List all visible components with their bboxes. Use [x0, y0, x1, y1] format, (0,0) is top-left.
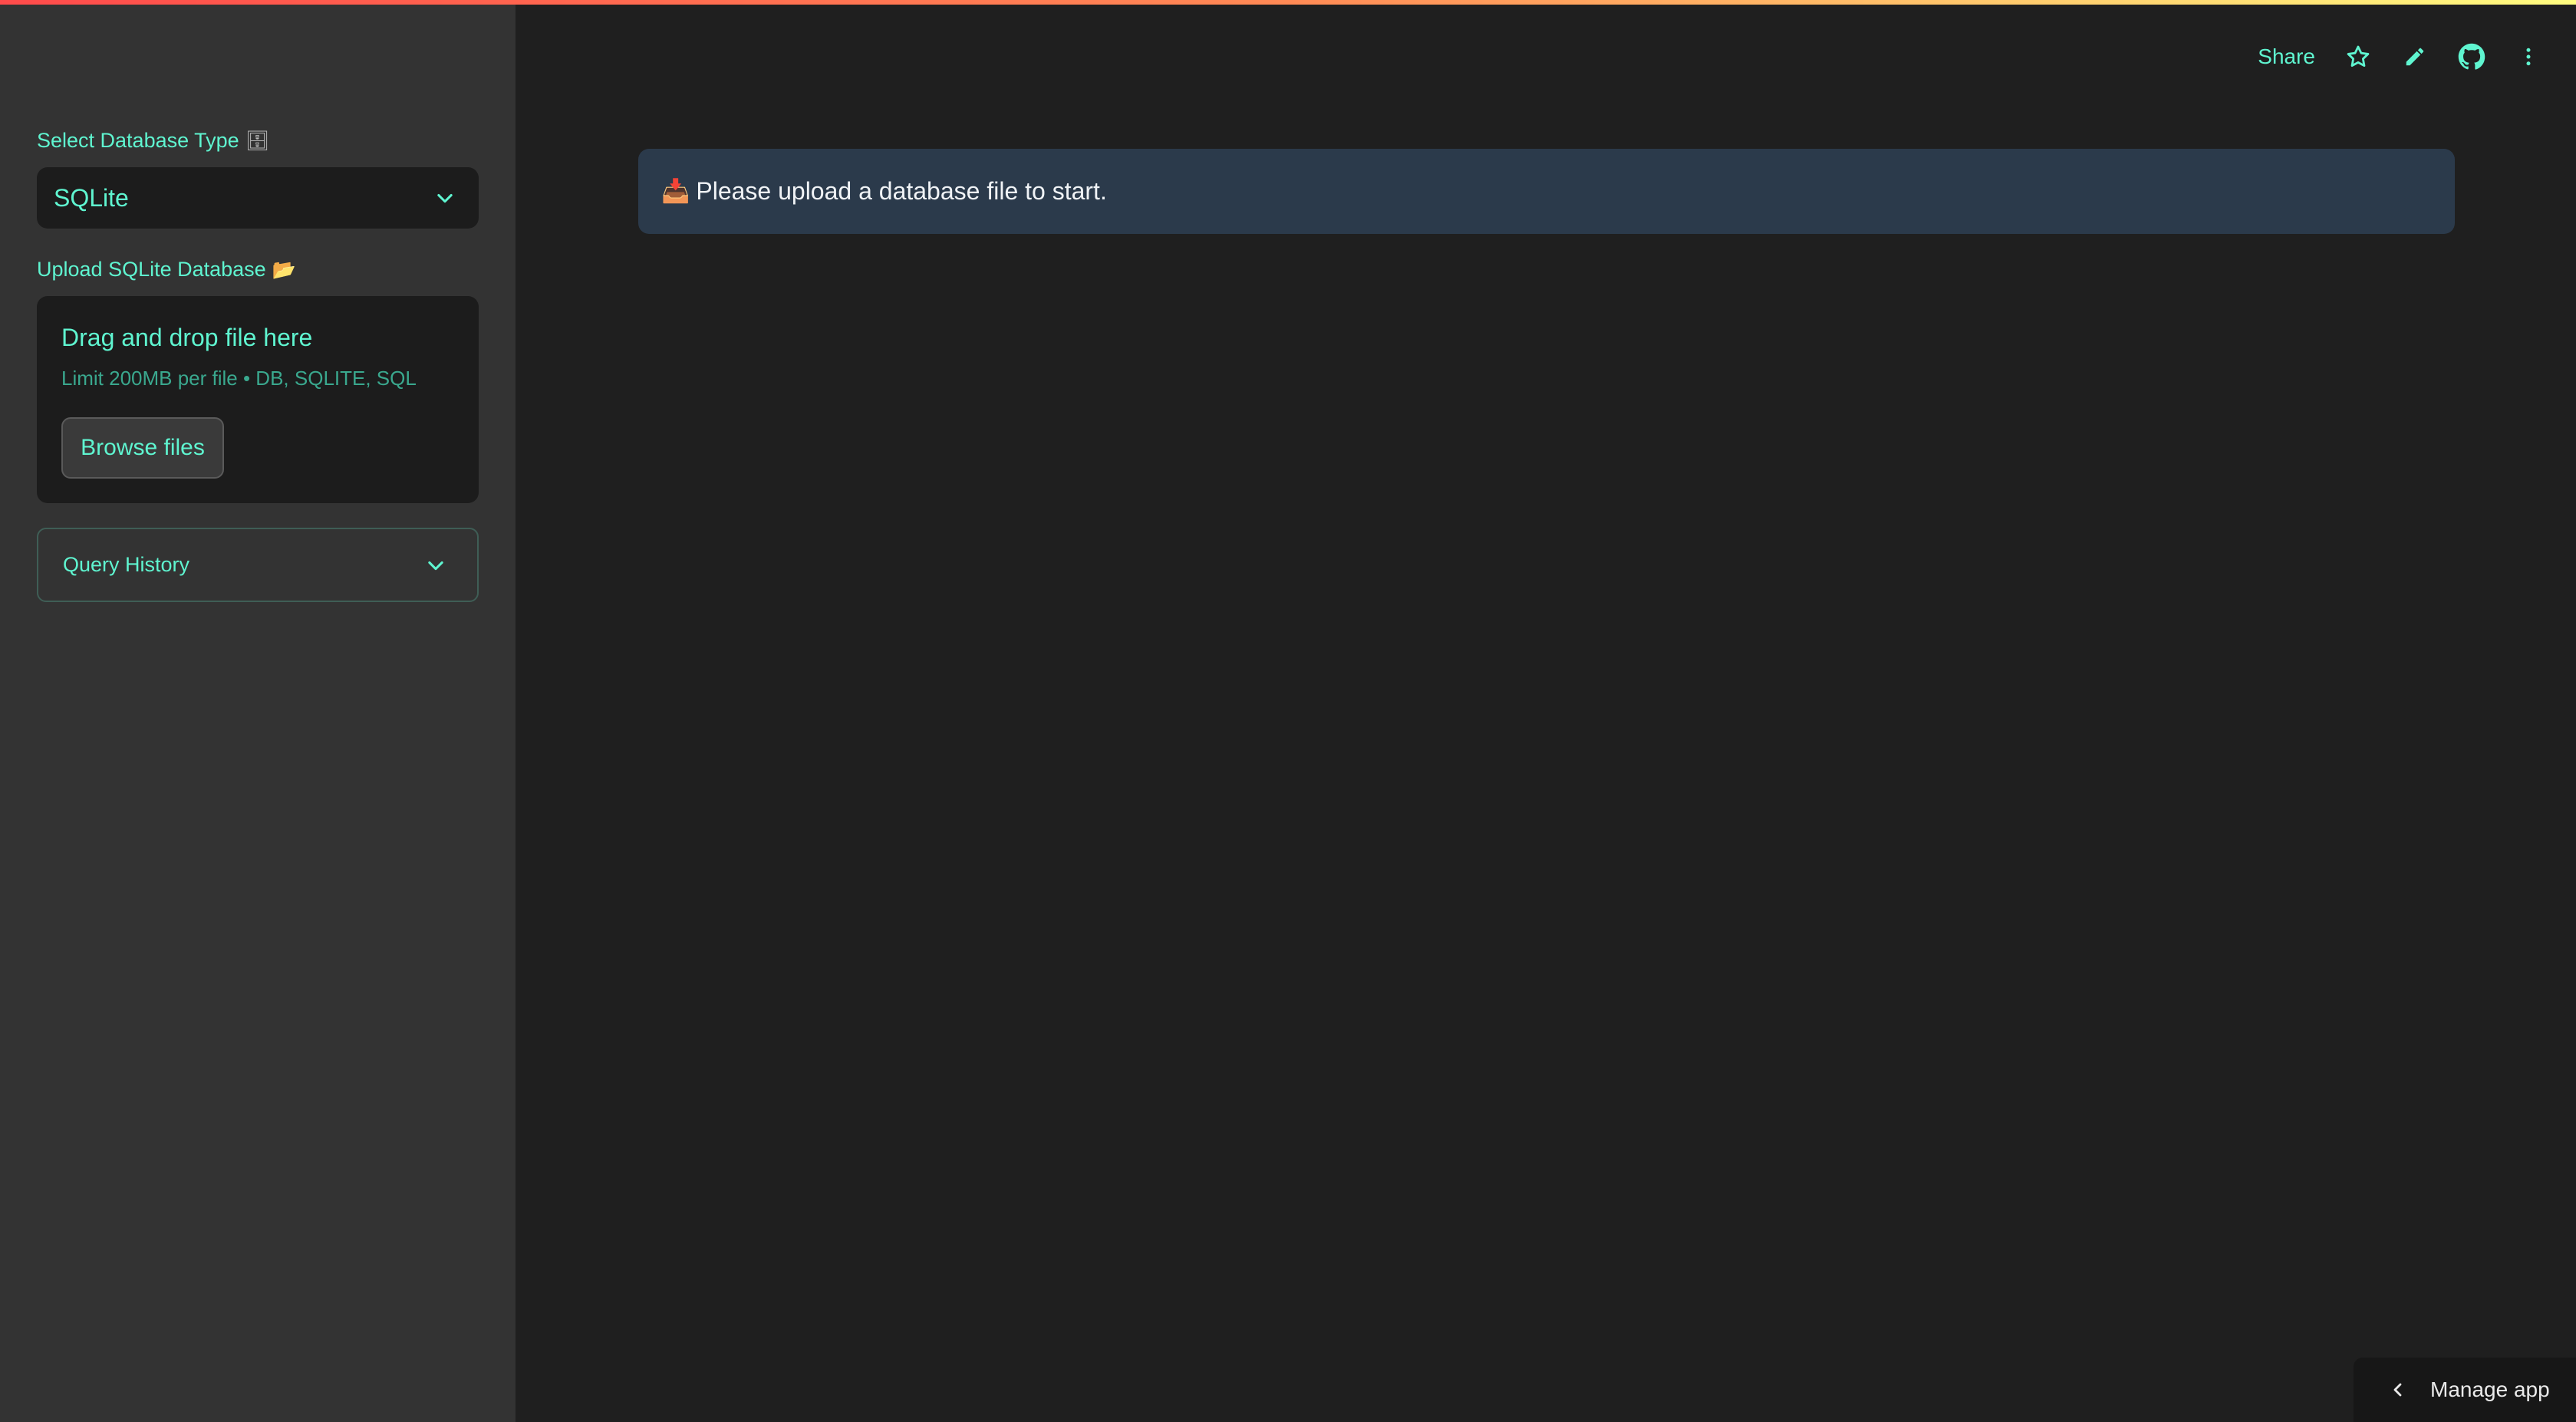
- db-type-label: Select Database Type 🗄: [37, 129, 269, 153]
- top-decoration-bar: [0, 0, 2576, 5]
- manage-app-button[interactable]: Manage app: [2354, 1358, 2576, 1422]
- info-alert: 📥 Please upload a database file to start…: [638, 149, 2455, 234]
- file-uploader-dropzone[interactable]: Drag and drop file here Limit 200MB per …: [37, 296, 479, 503]
- inbox-tray-icon: 📥: [661, 178, 690, 205]
- db-type-selected-value: SQLite: [54, 183, 129, 212]
- query-history-label: Query History: [63, 553, 190, 576]
- upload-label-text: Upload SQLite Database: [37, 258, 266, 281]
- chevron-down-icon: [437, 193, 453, 203]
- star-icon[interactable]: [2344, 43, 2372, 71]
- more-vertical-icon[interactable]: [2515, 43, 2542, 71]
- folder-icon: 📂: [272, 258, 296, 281]
- upload-label: Upload SQLite Database 📂: [37, 258, 296, 281]
- browse-files-button[interactable]: Browse files: [61, 417, 224, 479]
- dropzone-title: Drag and drop file here: [61, 324, 313, 351]
- app-toolbar: Share: [2258, 37, 2542, 77]
- github-icon[interactable]: [2458, 43, 2485, 71]
- chevron-left-icon: [2393, 1383, 2402, 1397]
- file-cabinet-icon: 🗄: [245, 129, 270, 152]
- share-button[interactable]: Share: [2258, 44, 2315, 69]
- db-type-label-text: Select Database Type: [37, 129, 239, 152]
- sidebar: Select Database Type 🗄 SQLite Upload SQL…: [0, 0, 516, 1422]
- db-type-select[interactable]: SQLite: [37, 167, 479, 229]
- query-history-expander[interactable]: Query History: [37, 528, 479, 602]
- manage-app-label: Manage app: [2430, 1378, 2550, 1401]
- pencil-icon[interactable]: [2401, 43, 2429, 71]
- info-alert-text: Please upload a database file to start.: [696, 177, 1107, 205]
- chevron-down-icon: [428, 561, 443, 570]
- dropzone-limit-text: Limit 200MB per file • DB, SQLITE, SQL: [61, 367, 417, 390]
